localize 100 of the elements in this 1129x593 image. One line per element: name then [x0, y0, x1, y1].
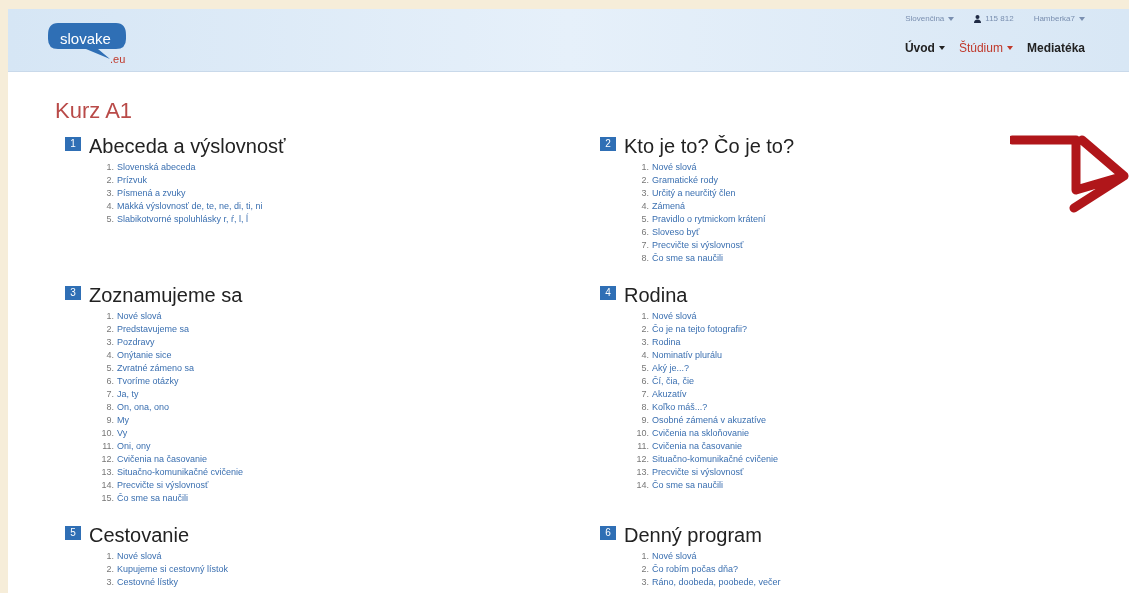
caret-icon	[948, 17, 955, 21]
nav-link[interactable]: Mediatéka	[1026, 39, 1085, 57]
lesson-number: 9.	[640, 414, 650, 427]
lesson-link[interactable]: Určitý a neurčitý člen	[652, 187, 736, 200]
lesson-link[interactable]: Vy	[117, 427, 128, 440]
lesson-number: 3.	[640, 187, 650, 200]
lesson-link[interactable]: Písmená a zvuky	[117, 187, 186, 200]
lesson-number: 1.	[640, 550, 650, 563]
lesson-link[interactable]: Aký je...?	[652, 362, 689, 375]
lesson-link[interactable]: Precvičte si výslovnosť	[117, 479, 209, 492]
lesson-number: 10.	[635, 427, 650, 440]
lesson-number: 10.	[100, 427, 115, 440]
lesson-link[interactable]: Nové slová	[652, 550, 697, 563]
lesson-link[interactable]: Čí, čia, čie	[652, 375, 694, 388]
lesson-number: 14.	[100, 479, 115, 492]
lesson-link[interactable]: Nové slová	[117, 550, 162, 563]
lesson-number: 4.	[105, 349, 115, 362]
top-link[interactable]: Slovenčina	[905, 13, 955, 25]
section-number-badge: 1	[65, 137, 81, 151]
lesson-link[interactable]: My	[117, 414, 129, 427]
lesson-link[interactable]: Predstavujeme sa	[117, 323, 190, 336]
lesson-link[interactable]: Pravidlo o rytmickom krátení	[652, 213, 766, 226]
section-heading: Zoznamujeme sa	[89, 283, 243, 308]
lesson-link[interactable]: Onýtanie sice	[117, 349, 172, 362]
lesson-link[interactable]: Slovenská abeceda	[117, 161, 196, 174]
lesson-link[interactable]: Čo sme sa naučili	[117, 492, 189, 505]
lesson-number: 8.	[105, 401, 115, 414]
lesson-link[interactable]: Osobné zámená v akuzatíve	[652, 414, 767, 427]
lesson-link[interactable]: Precvičte si výslovnosť	[652, 466, 744, 479]
section-heading: Kto je to? Čo je to?	[624, 134, 795, 159]
lesson-link[interactable]: Slabikotvorné spoluhlásky r, ŕ, l, ĺ	[117, 213, 249, 226]
lesson-number: 4.	[640, 200, 650, 213]
lesson-link[interactable]: Ráno, doobeda, poobede, večer	[652, 576, 781, 589]
nav-link[interactable]: Štúdium	[958, 39, 1013, 57]
nav-link[interactable]: Úvod	[904, 39, 945, 57]
lesson-number: 2.	[105, 563, 115, 576]
lesson-link[interactable]: Koľko máš...?	[652, 401, 708, 414]
lesson-number: 1.	[640, 310, 650, 323]
lesson-link[interactable]: Gramatické rody	[652, 174, 719, 187]
lesson-number: 14.	[635, 479, 650, 492]
lesson-number: 6.	[640, 226, 650, 239]
caret-icon	[1079, 17, 1085, 21]
lesson-number: 12.	[635, 453, 650, 466]
lesson-number: 3.	[105, 576, 115, 589]
lesson-number: 6.	[640, 375, 650, 388]
section-number-badge: 6	[600, 526, 616, 540]
section-number-badge: 4	[600, 286, 616, 300]
lesson-number: 3.	[105, 187, 115, 200]
lesson-number: 12.	[100, 453, 115, 466]
lesson-link[interactable]: Tvoríme otázky	[117, 375, 179, 388]
lesson-link[interactable]: Rodina	[652, 336, 681, 349]
lesson-link[interactable]: Čo sme sa naučili	[652, 479, 724, 492]
lesson-link[interactable]: Pozdravy	[117, 336, 155, 349]
lesson-number: 13.	[635, 466, 650, 479]
top-link[interactable]: 115 812	[974, 13, 1014, 25]
section-heading: Abeceda a výslovnosť	[89, 134, 286, 159]
lesson-link[interactable]: Zámená	[652, 200, 686, 213]
lesson-link[interactable]: Nové slová	[117, 310, 162, 323]
lesson-number: 9.	[105, 414, 115, 427]
lesson-number: 11.	[636, 440, 650, 453]
lesson-link[interactable]: On, ona, ono	[117, 401, 170, 414]
lesson-link[interactable]: Nominatív plurálu	[652, 349, 723, 362]
section-heading: Denný program	[624, 523, 762, 548]
lesson-link[interactable]: Cvičenia na časovanie	[652, 440, 743, 453]
lesson-link[interactable]: Precvičte si výslovnosť	[652, 239, 744, 252]
lesson-number: 5.	[640, 213, 650, 226]
lesson-link[interactable]: Čo robím počas dňa?	[652, 563, 739, 576]
lesson-number: 4.	[105, 200, 115, 213]
lesson-link[interactable]: Kupujeme si cestovný lístok	[117, 563, 229, 576]
lesson-link[interactable]: Nové slová	[652, 161, 697, 174]
lesson-number: 8.	[640, 252, 650, 265]
lesson-link[interactable]: Akuzatív	[652, 388, 687, 401]
lesson-link[interactable]: Cestovné lístky	[117, 576, 179, 589]
section-heading: Rodina	[624, 283, 688, 308]
lesson-number: 8.	[640, 401, 650, 414]
lesson-number: 5.	[105, 362, 115, 375]
lesson-link[interactable]: Cvičenia na časovanie	[117, 453, 208, 466]
lesson-link[interactable]: Situačno-komunikačné cvičenie	[117, 466, 244, 479]
lesson-number: 7.	[640, 388, 650, 401]
lesson-number: 13.	[100, 466, 115, 479]
lesson-number: 2.	[105, 323, 115, 336]
user-icon	[974, 15, 982, 23]
lesson-link[interactable]: Čo sme sa naučili	[652, 252, 724, 265]
lesson-number: 2.	[640, 174, 650, 187]
course-title: Kurz A1	[55, 98, 134, 124]
lesson-link[interactable]: Ja, ty	[117, 388, 139, 401]
lesson-number: 3.	[640, 576, 650, 589]
lesson-number: 6.	[105, 375, 115, 388]
lesson-number: 15.	[100, 492, 115, 505]
lesson-link[interactable]: Zvratné zámeno sa	[117, 362, 195, 375]
lesson-link[interactable]: Situačno-komunikačné cvičenie	[652, 453, 779, 466]
lesson-link[interactable]: Čo je na tejto fotografii?	[652, 323, 748, 336]
lesson-link[interactable]: Sloveso byť	[652, 226, 700, 239]
lesson-link[interactable]: Prízvuk	[117, 174, 147, 187]
lesson-link[interactable]: Cvičenia na skloňovanie	[652, 427, 750, 440]
lesson-number: 3.	[105, 336, 115, 349]
lesson-link[interactable]: Oni, ony	[117, 440, 151, 453]
lesson-link[interactable]: Mäkká výslovnosť de, te, ne, di, ti, ni	[117, 200, 263, 213]
lesson-number: 1.	[105, 310, 115, 323]
lesson-link[interactable]: Nové slová	[652, 310, 697, 323]
